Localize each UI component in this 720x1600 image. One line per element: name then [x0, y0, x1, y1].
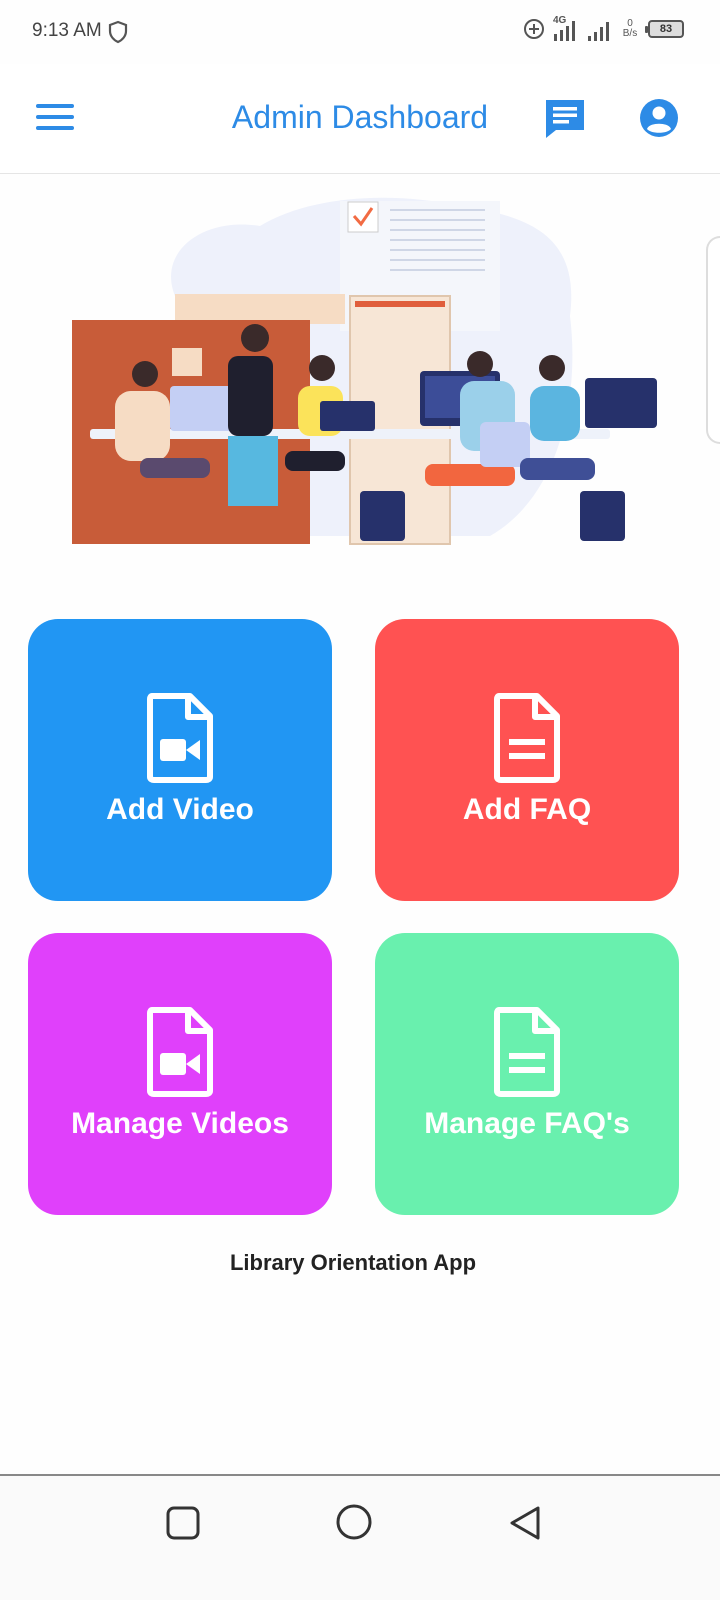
square-recent-apps-icon[interactable]	[164, 1504, 202, 1542]
status-time: 9:13 AM	[32, 20, 102, 41]
document-file-icon	[494, 693, 560, 783]
side-drawer-handle[interactable]	[706, 236, 720, 444]
add-faq-button[interactable]: Add FAQ	[375, 619, 679, 901]
net-speed: 0 B/s	[622, 18, 638, 39]
app-footer-label: Library Orientation App	[229, 1250, 477, 1275]
status-icons: 4G 0 B/s 83	[522, 16, 684, 42]
signal-icon	[554, 21, 575, 41]
shield-icon	[108, 20, 128, 44]
add-video-button[interactable]: Add Video	[28, 619, 332, 901]
hero-illustration	[72, 197, 657, 545]
tile-label: Manage FAQ's	[424, 1107, 630, 1140]
network-type: 4G	[552, 16, 580, 42]
manage-faqs-button[interactable]: Manage FAQ's	[375, 933, 679, 1215]
manage-videos-button[interactable]: Manage Videos	[28, 933, 332, 1215]
status-bar: 9:13 AM 4G 0 B/s 83	[0, 0, 720, 64]
chat-message-icon[interactable]	[544, 98, 586, 140]
system-nav-bar	[0, 1474, 720, 1600]
video-file-icon	[147, 693, 213, 783]
app-bar: Admin Dashboard	[0, 64, 720, 174]
signal-icon-2	[588, 22, 609, 41]
page-title: Admin Dashboard	[231, 99, 489, 135]
battery-indicator: 83	[645, 20, 684, 38]
tile-label: Add Video	[106, 793, 254, 826]
document-file-icon	[494, 1007, 560, 1097]
account-circle-icon[interactable]	[639, 98, 679, 138]
video-file-icon	[147, 1007, 213, 1097]
tile-label: Manage Videos	[71, 1107, 289, 1140]
tile-label: Add FAQ	[462, 793, 592, 826]
circle-home-icon[interactable]	[334, 1502, 374, 1542]
triangle-back-icon[interactable]	[506, 1504, 544, 1542]
data-saver-icon	[524, 19, 544, 39]
